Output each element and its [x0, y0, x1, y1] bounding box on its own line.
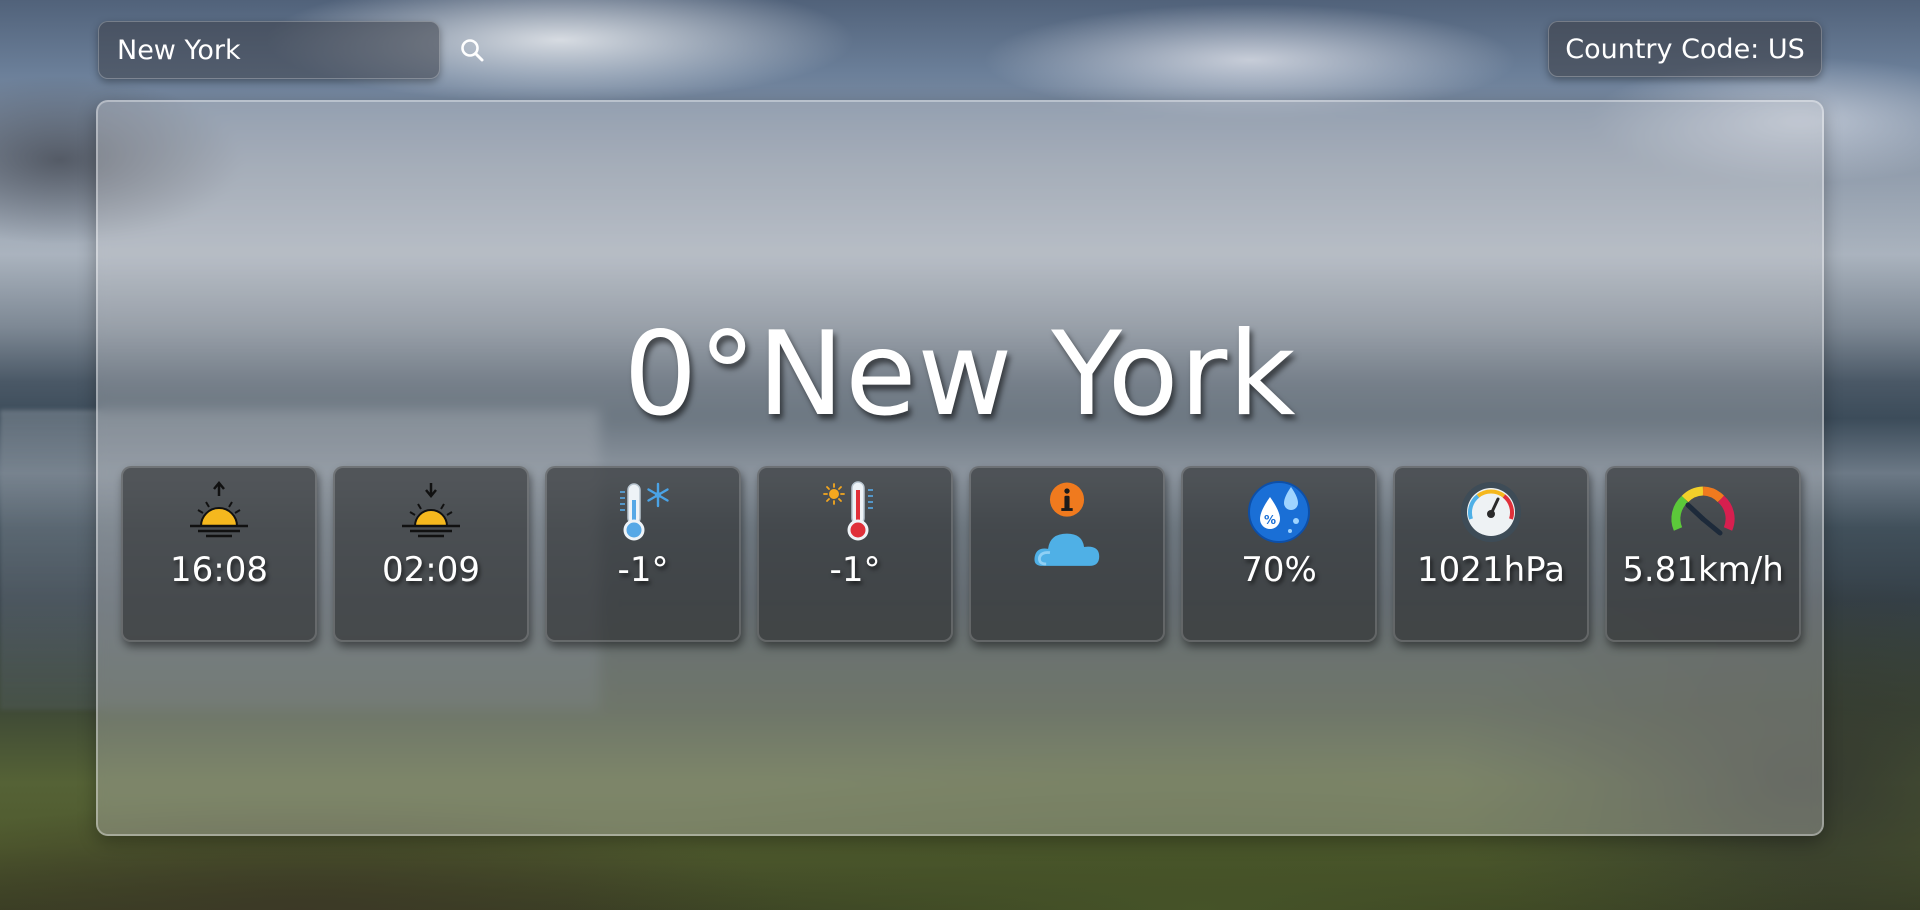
pressure-card: 1021hPa — [1393, 466, 1589, 642]
sunset-time: 02:09 — [382, 550, 480, 590]
svg-text:%: % — [1264, 513, 1276, 527]
cloud-info-icon — [1031, 476, 1103, 580]
thermometer-hot-icon — [819, 476, 891, 548]
humidity-card: % 70% — [1181, 466, 1377, 642]
sunrise-card: 16:08 — [121, 466, 317, 642]
city-name: New York — [757, 307, 1297, 442]
pressure-gauge-icon — [1455, 476, 1527, 548]
sunset-card: 02:09 — [333, 466, 529, 642]
weather-cards: 16:08 02:09 -1° -1° % 70% 1021hPa 5.81km… — [121, 466, 1801, 642]
min-temperature: -1° — [617, 550, 669, 590]
pressure-value: 1021hPa — [1417, 550, 1565, 590]
max-temperature-card: -1° — [757, 466, 953, 642]
max-temperature: -1° — [829, 550, 881, 590]
wind-speed-card: 5.81km/h — [1605, 466, 1801, 642]
sunrise-time: 16:08 — [170, 550, 268, 590]
thermometer-cold-icon — [607, 476, 679, 548]
search-icon[interactable] — [459, 35, 485, 65]
search-input[interactable] — [117, 34, 459, 66]
wind-speed-gauge-icon — [1667, 476, 1739, 548]
current-temperature: 0° — [623, 307, 758, 442]
search-bar — [98, 21, 484, 79]
country-code-badge: Country Code: US — [1548, 21, 1822, 77]
humidity-icon: % — [1243, 476, 1315, 548]
weather-panel: 0°New York 16:08 02:09 -1° -1° % 70% 102… — [96, 100, 1824, 836]
country-code-label: Country Code: US — [1565, 33, 1805, 65]
current-weather-headline: 0°New York — [98, 307, 1822, 442]
sunrise-icon — [183, 476, 255, 548]
sunset-icon — [395, 476, 467, 548]
wind-speed-value: 5.81km/h — [1622, 550, 1784, 590]
min-temperature-card: -1° — [545, 466, 741, 642]
weather-description-card — [969, 466, 1165, 642]
humidity-value: 70% — [1241, 550, 1317, 590]
